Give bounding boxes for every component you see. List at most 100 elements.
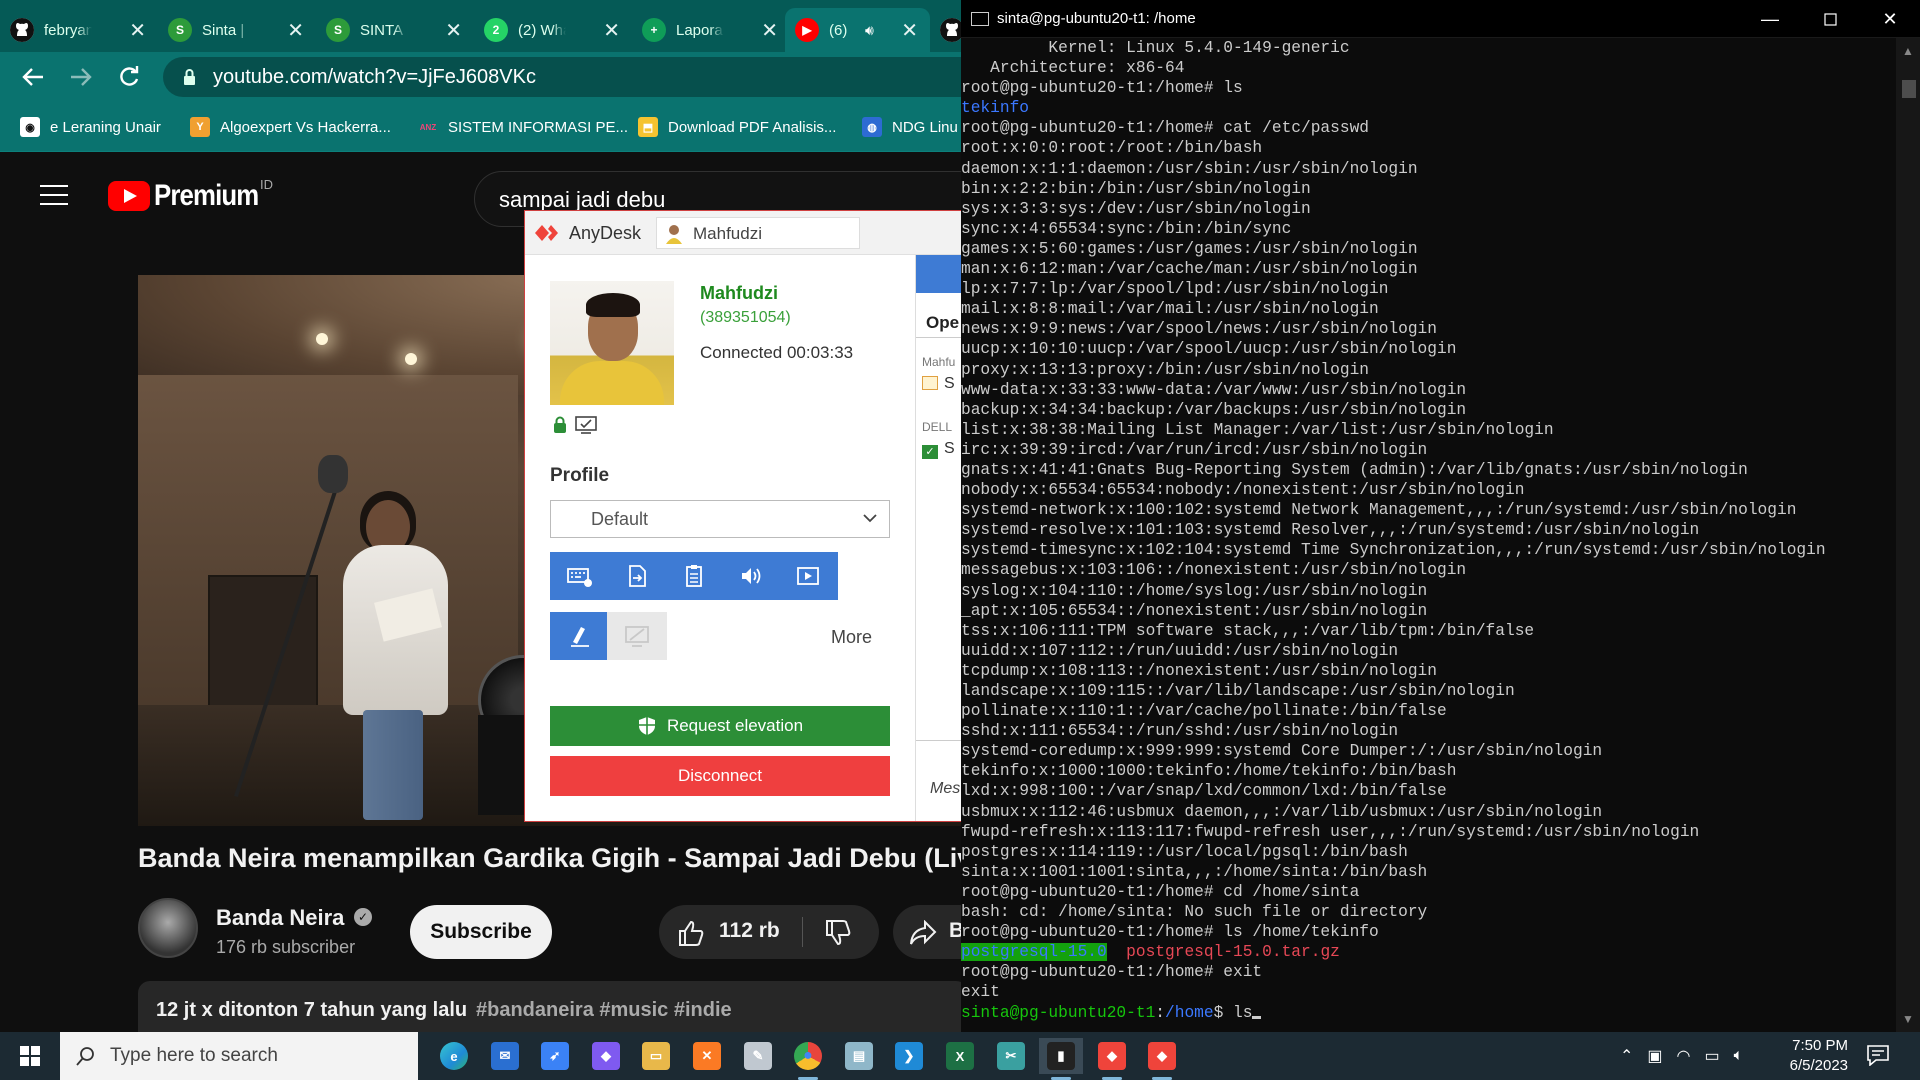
profile-label: Profile <box>550 465 610 486</box>
bookmark-item[interactable]: ◉ e Leraning Unair <box>20 116 161 138</box>
share-button[interactable]: B <box>893 905 961 959</box>
request-elevation-button[interactable]: Request elevation <box>550 706 890 746</box>
tab-close-icon[interactable]: ✕ <box>129 18 146 43</box>
taskbar-app[interactable]: X <box>938 1038 982 1074</box>
message-input-label[interactable]: Mes <box>930 780 960 798</box>
lock-icon[interactable] <box>183 68 196 86</box>
chevron-up-icon[interactable]: ⌃ <box>1620 1046 1633 1066</box>
maximize-button[interactable] <box>1800 0 1860 38</box>
user-avatar-icon <box>666 225 682 244</box>
back-icon[interactable] <box>18 62 48 92</box>
taskbar-app[interactable]: ✕ <box>685 1038 729 1074</box>
browser-tab[interactable]: + Laporan ✕ <box>632 8 790 52</box>
taskbar-app[interactable]: ▤ <box>837 1038 881 1074</box>
subscribe-button[interactable]: Subscribe <box>410 905 552 959</box>
channel-avatar[interactable] <box>138 898 198 958</box>
forward-icon[interactable] <box>66 62 96 92</box>
excel-icon: X <box>946 1042 974 1070</box>
scroll-down-icon[interactable]: ▼ <box>1902 1012 1914 1026</box>
keyboard-shortcuts-button[interactable] <box>550 552 610 600</box>
description-box[interactable]: 12 jt x ditonton 7 tahun yang lalu #band… <box>138 981 961 1032</box>
audio-button[interactable] <box>721 552 781 600</box>
volume-icon[interactable]: 🔈︎ <box>1734 1047 1744 1065</box>
terminal-scrollbar[interactable]: ▲ ▼ <box>1896 38 1920 1032</box>
browser-tab[interactable] <box>930 8 961 52</box>
bookmark-item[interactable]: ◍ NDG Linu <box>862 116 958 138</box>
disconnect-button[interactable]: Disconnect <box>550 756 890 796</box>
terminal-text: Architecture: x86-64 <box>961 59 1185 78</box>
taskbar-app[interactable]: ▮ <box>1039 1038 1083 1080</box>
file-transfer-button[interactable] <box>607 552 667 600</box>
terminal-output[interactable]: Kernel: Linux 5.4.0-149-generic Architec… <box>961 38 1896 1032</box>
browser-tab[interactable]: febryan ✕ <box>0 8 158 52</box>
whiteboard-button[interactable] <box>550 612 610 660</box>
github-icon <box>940 18 961 42</box>
taskbar-app[interactable]: ▭ <box>634 1038 678 1074</box>
browser-tab[interactable]: S SINTA | ✕ <box>316 8 474 52</box>
taskbar-app[interactable]: ✉ <box>483 1038 527 1074</box>
taskbar-app[interactable]: ➶ <box>533 1038 577 1074</box>
taskbar-app[interactable]: ❯ <box>887 1038 931 1074</box>
tab-close-icon[interactable]: ✕ <box>287 18 304 43</box>
tab-audio-icon[interactable]: 🔊︎ <box>865 22 874 39</box>
taskbar-app[interactable]: ✂ <box>989 1038 1033 1074</box>
terminal-line: tcpdump:x:108:113::/nonexistent:/usr/sbi… <box>961 661 1896 681</box>
tab-close-icon[interactable]: ✕ <box>603 18 620 43</box>
taskbar-app[interactable]: ◆ <box>584 1038 628 1074</box>
taskbar-app[interactable]: ● <box>786 1038 830 1080</box>
tab-close-icon[interactable]: ✕ <box>901 18 918 43</box>
browser-tab[interactable]: 2 (2) What ✕ <box>474 8 632 52</box>
more-button[interactable]: More <box>831 627 872 648</box>
clipboard-button[interactable] <box>664 552 724 600</box>
tab-close-icon[interactable]: ✕ <box>445 18 462 43</box>
clock[interactable]: 7:50 PM 6/5/2023 <box>1768 1036 1848 1076</box>
terminal-line: root@pg-ubuntu20-t1:/home# cat /etc/pass… <box>961 118 1896 138</box>
terminal-line: uuidd:x:107:112::/run/uuidd:/usr/sbin/no… <box>961 641 1896 661</box>
bookmark-item[interactable]: ANZ SISTEM INFORMASI PE... <box>418 116 628 138</box>
session-entry[interactable]: ✓ S <box>922 440 955 459</box>
channel-name[interactable]: Banda Neira <box>216 905 344 931</box>
close-button[interactable]: ✕ <box>1860 0 1920 38</box>
bookmark-item[interactable]: ⬒ Download PDF Analisis... <box>638 116 836 138</box>
battery-icon[interactable]: ▭ <box>1705 1046 1720 1066</box>
meet-now-icon[interactable]: ▣ <box>1647 1046 1662 1066</box>
terminal-line: list:x:38:38:Mailing List Manager:/var/l… <box>961 420 1896 440</box>
omnibox[interactable]: youtube.com/watch?v=JjFeJ608VKc <box>163 57 961 97</box>
terminal-text: _apt:x:105:65534::/nonexistent:/usr/sbin… <box>961 601 1428 620</box>
browser-tab[interactable]: ▶ (6) 🔊︎ ✕ <box>785 8 930 52</box>
pen-icon <box>571 627 589 647</box>
session-tab[interactable]: Mahfudzi <box>656 217 860 249</box>
session-entry[interactable]: S <box>922 375 955 393</box>
like-icon[interactable] <box>677 919 705 947</box>
privacy-screen-button[interactable] <box>607 612 667 660</box>
wifi-icon[interactable]: ◠ <box>1677 1046 1691 1066</box>
notification-center-icon[interactable] <box>1866 1044 1890 1066</box>
hashtags[interactable]: #bandaneira #music #indie <box>476 999 732 1022</box>
minimize-button[interactable]: — <box>1740 0 1800 38</box>
taskbar-app[interactable]: e <box>432 1038 476 1074</box>
dislike-icon[interactable] <box>824 919 852 947</box>
hamburger-menu-icon[interactable] <box>40 185 68 205</box>
address-bar-row: youtube.com/watch?v=JjFeJ608VKc <box>0 52 961 102</box>
taskbar-app[interactable]: ◆ <box>1090 1038 1134 1080</box>
profile-select[interactable]: Default <box>550 500 890 538</box>
share-icon <box>910 920 937 945</box>
youtube-premium-logo[interactable]: Premium ID <box>108 177 275 213</box>
taskbar-search-box[interactable]: Type here to search <box>60 1032 418 1080</box>
terminal-title: sinta@pg-ubuntu20-t1: /home <box>997 10 1196 27</box>
taskbar-app[interactable]: ✎ <box>736 1038 780 1074</box>
terminal-text: bin:x:2:2:bin:/bin:/usr/sbin/nologin <box>961 179 1311 198</box>
taskbar-app[interactable]: ◆ <box>1140 1038 1184 1080</box>
terminal-line: exit <box>961 982 1896 1002</box>
scroll-up-icon[interactable]: ▲ <box>1902 44 1914 58</box>
reload-icon[interactable] <box>114 62 144 92</box>
terminal-line: sync:x:4:65534:sync:/bin:/bin/sync <box>961 219 1896 239</box>
record-button[interactable] <box>778 552 838 600</box>
tab-close-icon[interactable]: ✕ <box>761 18 778 43</box>
scroll-thumb[interactable] <box>1902 80 1916 98</box>
bookmark-item[interactable]: Y Algoexpert Vs Hackerra... <box>190 116 391 138</box>
side-panel-header[interactable] <box>916 255 961 293</box>
start-button[interactable] <box>0 1032 60 1080</box>
bookmark-label: NDG Linu <box>892 118 958 136</box>
browser-tab[interactable]: S Sinta | L ✕ <box>158 8 316 52</box>
